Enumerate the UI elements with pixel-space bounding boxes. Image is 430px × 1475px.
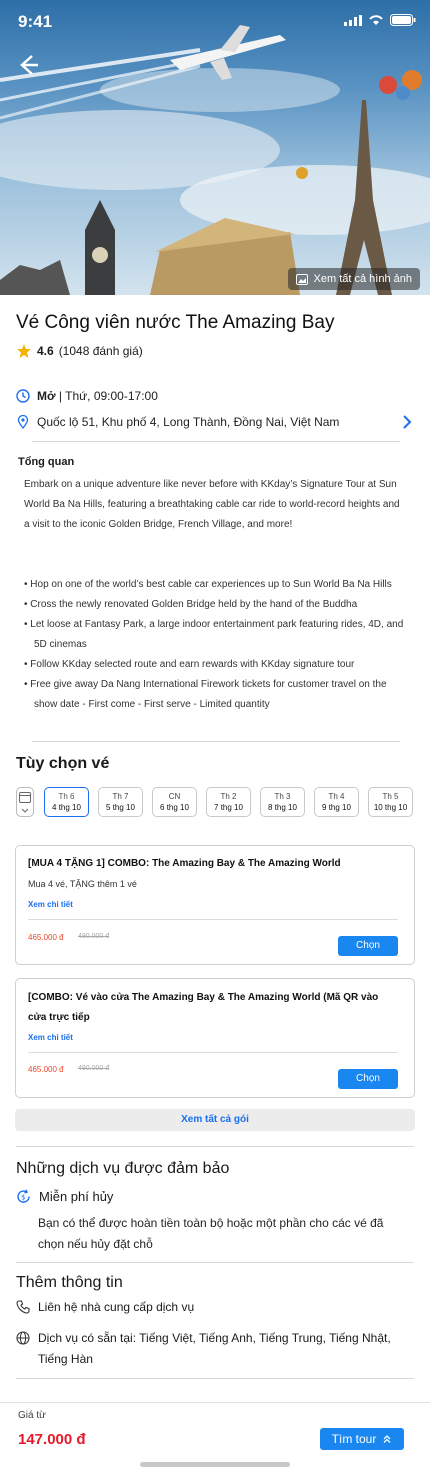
date-value: 9 thg 10: [322, 803, 351, 812]
overview-title: Tổng quan: [18, 456, 75, 468]
list-item: Follow KKday selected route and earn rew…: [24, 655, 404, 675]
bottom-bar: Giá từ 147.000 đ Tìm tour: [0, 1402, 430, 1475]
select-package-button[interactable]: Chọn: [338, 936, 398, 956]
divider: [32, 441, 400, 442]
package-subtitle: Mua 4 vé, TẶNG thêm 1 vé: [28, 879, 137, 889]
divider: [16, 1378, 414, 1379]
clock-icon: [16, 389, 30, 403]
list-item: Cross the newly renovated Golden Bridge …: [24, 595, 404, 615]
date-chip[interactable]: Th 3 8 thg 10: [260, 787, 305, 817]
status-bar: 9:41: [0, 0, 430, 46]
package-card[interactable]: [COMBO: Vé vào cửa The Amazing Bay & The…: [15, 978, 415, 1098]
opening-hours: Mở | Thứ, 09:00-17:00: [16, 389, 158, 403]
package-price: 465.000 đ: [28, 1065, 64, 1074]
price-from-label: Giá từ: [18, 1410, 46, 1421]
divider: [28, 1052, 398, 1053]
date-chip[interactable]: Th 2 7 thg 10: [206, 787, 251, 817]
free-cancellation: $ Miễn phí hủy: [16, 1189, 113, 1204]
more-info-title: Thêm thông tin: [16, 1274, 123, 1291]
package-old-price: 490.000 đ: [78, 933, 110, 940]
date-chip[interactable]: Th 5 10 thg 10: [368, 787, 413, 817]
package-card[interactable]: [MUA 4 TẶNG 1] COMBO: The Amazing Bay & …: [15, 845, 415, 965]
package-details-link[interactable]: Xem chi tiết: [28, 1033, 73, 1042]
status-icons: [344, 14, 416, 26]
package-title: [MUA 4 TẶNG 1] COMBO: The Amazing Bay & …: [28, 858, 341, 869]
overview-bullets: Hop on one of the world’s best cable car…: [24, 575, 404, 715]
hours-text: Thứ, 09:00-17:00: [65, 389, 158, 403]
rating-count: (1048 đánh giá): [58, 344, 143, 358]
date-day: Th 5: [382, 792, 399, 801]
date-value: 5 thg 10: [106, 803, 135, 812]
ticket-options-title: Tùy chọn vé: [16, 755, 110, 772]
guaranteed-title: Những dịch vụ được đảm bảo: [16, 1160, 230, 1177]
list-item: Free give away Da Nang International Fir…: [24, 675, 404, 715]
date-day: CN: [168, 792, 181, 801]
find-tour-label: Tìm tour: [331, 1432, 377, 1446]
status-time: 9:41: [18, 12, 53, 31]
package-price: 465.000 đ: [28, 933, 64, 942]
see-all-packages-button[interactable]: Xem tất cả gói: [15, 1109, 415, 1131]
list-item: Let loose at Fantasy Park, a large indoo…: [24, 615, 404, 655]
home-indicator: [140, 1462, 290, 1467]
date-value: 6 thg 10: [160, 803, 189, 812]
divider: [16, 1262, 414, 1263]
battery-icon: [390, 14, 416, 26]
package-title: [COMBO: Vé vào cửa The Amazing Bay & The…: [28, 992, 379, 1023]
contact-provider[interactable]: Liên hệ nhà cung cấp dịch vụ: [16, 1300, 194, 1314]
address-text: Quốc lộ 51, Khu phố 4, Long Thành, Đồng …: [37, 415, 340, 429]
wifi-icon: [369, 15, 383, 25]
phone-icon: [16, 1300, 30, 1314]
free-cancellation-desc: Bạn có thể được hoàn tiền toàn bộ hoặc m…: [38, 1216, 384, 1251]
overview-text: Embark on a unique adventure like never …: [24, 479, 400, 530]
date-day: Th 2: [220, 792, 237, 801]
date-value: 4 thg 10: [52, 803, 81, 812]
signal-icon: [344, 14, 362, 26]
open-status: Mở: [37, 389, 56, 403]
chevron-down-icon: [21, 808, 29, 813]
see-all-photos-label: Xem tất cả hình ảnh: [313, 273, 412, 285]
date-chip[interactable]: CN 6 thg 10: [152, 787, 197, 817]
image-icon: [295, 273, 308, 285]
rating[interactable]: 4.6 (1048 đánh giá): [16, 343, 143, 359]
address-row[interactable]: Quốc lộ 51, Khu phố 4, Long Thành, Đồng …: [16, 415, 414, 429]
hero-image[interactable]: 9:41 Xem tất cả hình ảnh: [0, 0, 430, 295]
double-chevron-up-icon: [383, 1435, 391, 1443]
location-pin-icon: [17, 415, 29, 429]
date-day: Th 7: [112, 792, 129, 801]
free-cancellation-label: Miễn phí hủy: [39, 1189, 114, 1204]
available-languages: Dịch vụ có sẵn tại: Tiếng Việt, Tiếng An…: [16, 1328, 396, 1370]
globe-icon: [16, 1331, 30, 1345]
select-package-button[interactable]: Chọn: [338, 1069, 398, 1089]
refund-icon: $: [17, 1189, 30, 1203]
date-day: Th 3: [274, 792, 291, 801]
star-icon: [17, 344, 31, 358]
rating-score: 4.6: [37, 344, 54, 358]
package-details-link[interactable]: Xem chi tiết: [28, 900, 73, 909]
date-chip[interactable]: Th 7 5 thg 10: [98, 787, 143, 817]
divider: [32, 741, 400, 742]
date-day: Th 6: [58, 792, 75, 801]
date-selector: Th 6 4 thg 10 Th 7 5 thg 10 CN 6 thg 10 Th …: [44, 787, 413, 817]
list-item: Hop on one of the world’s best cable car…: [24, 575, 404, 595]
package-old-price: 490.000 đ: [78, 1065, 110, 1072]
contact-provider-label: Liên hệ nhà cung cấp dịch vụ: [38, 1300, 195, 1314]
back-arrow-icon[interactable]: [14, 52, 46, 84]
calendar-icon: [19, 792, 31, 803]
svg-text:$: $: [21, 1194, 25, 1202]
date-chip[interactable]: Th 4 9 thg 10: [314, 787, 359, 817]
date-value: 7 thg 10: [214, 803, 243, 812]
available-languages-text: Dịch vụ có sẵn tại: Tiếng Việt, Tiếng An…: [38, 1331, 391, 1366]
chevron-right-icon[interactable]: [402, 413, 412, 434]
price-from-value: 147.000 đ: [18, 1431, 86, 1448]
divider: [16, 1146, 414, 1147]
date-day: Th 4: [328, 792, 345, 801]
date-value: 10 thg 10: [373, 803, 408, 812]
see-all-photos-button[interactable]: Xem tất cả hình ảnh: [287, 268, 420, 290]
find-tour-button[interactable]: Tìm tour: [320, 1428, 404, 1450]
date-chip-selected[interactable]: Th 6 4 thg 10: [44, 787, 89, 817]
page-title: Vé Công viên nước The Amazing Bay: [16, 312, 335, 333]
calendar-picker[interactable]: [16, 787, 34, 817]
divider: [28, 919, 398, 920]
date-value: 8 thg 10: [268, 803, 297, 812]
